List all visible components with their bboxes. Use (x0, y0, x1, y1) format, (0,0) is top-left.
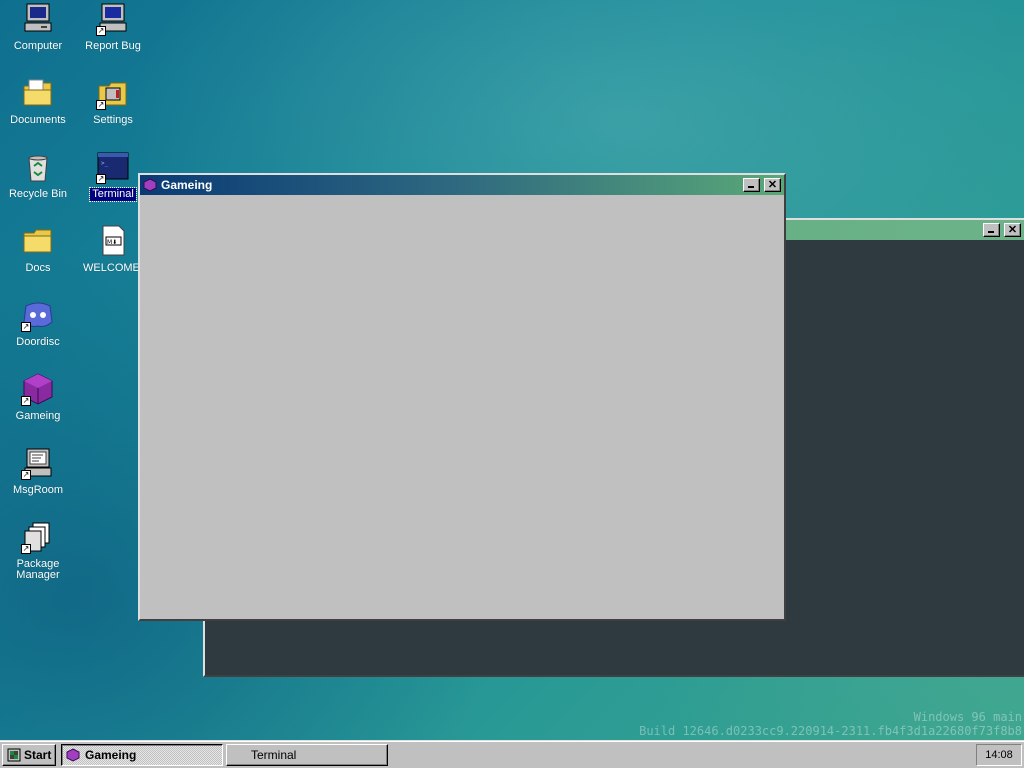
svg-text:>_: >_ (101, 160, 109, 167)
desktop-icon-gameing[interactable]: ↗ Gameing (1, 372, 75, 423)
shortcut-arrow-icon: ↗ (96, 100, 106, 110)
desktop-icon-documents[interactable]: Documents (1, 76, 75, 127)
taskbar-button-terminal[interactable]: Terminal (226, 743, 388, 766)
start-label: Start (24, 747, 52, 762)
desktop-icon-label: Documents (10, 114, 66, 126)
minimize-button[interactable] (743, 178, 760, 192)
desktop-icon-package-manager[interactable]: ↗ Package Manager (1, 520, 75, 582)
desktop-icon-label: Doordisc (16, 336, 60, 348)
doordisc-icon: ↗ (21, 298, 55, 332)
minimize-button[interactable] (983, 223, 1000, 237)
taskbar: Start Gameing Terminal 14:08 (0, 740, 1024, 768)
watermark-line1: Windows 96 main (913, 710, 1022, 724)
system-tray-clock[interactable]: 14:08 (976, 743, 1022, 766)
gameing-cube-icon (66, 747, 80, 762)
build-watermark: Windows 96 main Build 12646.d0233cc9.220… (639, 710, 1022, 738)
desktop-icon-computer[interactable]: Computer (1, 2, 75, 53)
shortcut-arrow-icon: ↗ (21, 322, 31, 332)
settings-icon: ↗ (96, 76, 130, 110)
desktop-icon-recycle-bin[interactable]: Recycle Bin (1, 150, 75, 201)
clock-text: 14:08 (985, 748, 1013, 761)
desktop-icon-msgroom[interactable]: ↗ MsgRoom (1, 446, 75, 497)
computer-icon (21, 2, 55, 36)
desktop-icon-label: Package Manager (16, 558, 60, 581)
desktop-icon-label: Computer (13, 40, 63, 52)
svg-text:M⬇: M⬇ (107, 239, 117, 246)
gameing-cube-icon: ↗ (21, 372, 55, 406)
desktop-icon-doordisc[interactable]: ↗ Doordisc (1, 298, 75, 349)
shortcut-arrow-icon: ↗ (96, 174, 106, 184)
report-bug-icon: ↗ (96, 2, 130, 36)
start-logo-icon (7, 748, 21, 762)
desktop-icon-label: Terminal (89, 187, 137, 202)
window-title: Gameing (161, 178, 213, 192)
close-button[interactable]: ✕ (764, 178, 781, 192)
close-button[interactable]: ✕ (1004, 223, 1021, 237)
desktop-icon-settings[interactable]: ↗ Settings (76, 76, 150, 127)
desktop-icon-label: Docs (25, 262, 51, 274)
gameing-titlebar[interactable]: Gameing ✕ (140, 175, 784, 195)
documents-folder-icon (21, 76, 55, 110)
desktop-icon-label: Report Bug (85, 40, 141, 52)
desktop-icon-docs[interactable]: Docs (1, 224, 75, 275)
shortcut-arrow-icon: ↗ (96, 26, 106, 36)
desktop-icon-label: Gameing (15, 410, 61, 422)
shortcut-arrow-icon: ↗ (21, 470, 31, 480)
desktop-icon-label: WELCOME. (83, 262, 143, 274)
gameing-content[interactable] (140, 195, 784, 619)
gameing-cube-icon (143, 178, 157, 192)
package-manager-icon: ↗ (21, 520, 55, 554)
close-icon: ✕ (767, 179, 778, 191)
desktop-icon-label: MsgRoom (12, 484, 64, 496)
watermark-line2: Build 12646.d0233cc9.220914-2311.fb4f3d1… (639, 724, 1022, 738)
msgroom-icon: ↗ (21, 446, 55, 480)
recycle-bin-icon (21, 150, 55, 184)
shortcut-arrow-icon: ↗ (21, 544, 31, 554)
folder-icon (21, 224, 55, 258)
terminal-icon: >_ ↗ (96, 150, 130, 184)
markdown-file-icon: M⬇ (96, 224, 130, 258)
taskbar-button-label: Terminal (251, 747, 297, 762)
close-icon: ✕ (1007, 224, 1018, 236)
desktop-icon-report-bug[interactable]: ↗ Report Bug (76, 2, 150, 53)
taskbar-button-label: Gameing (85, 747, 137, 762)
desktop-icon-label: Settings (93, 114, 133, 126)
start-button[interactable]: Start (2, 743, 56, 766)
shortcut-arrow-icon: ↗ (21, 396, 31, 406)
taskbar-button-gameing[interactable]: Gameing (61, 743, 223, 766)
desktop-icon-label: Recycle Bin (8, 188, 68, 200)
gameing-window[interactable]: Gameing ✕ (138, 173, 786, 621)
